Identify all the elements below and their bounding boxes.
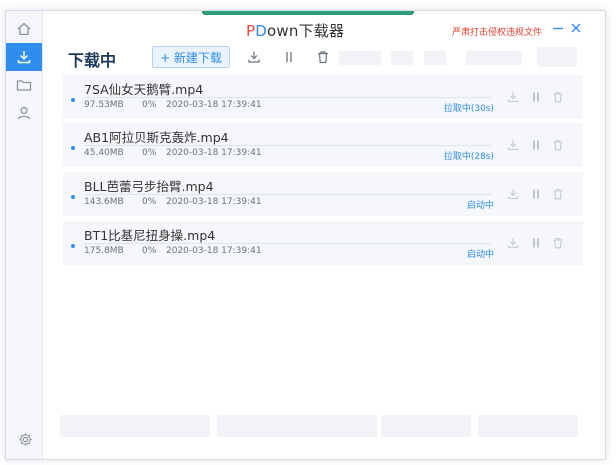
trash-icon: [553, 188, 563, 200]
faded-element: [217, 415, 377, 437]
file-size: 97.53MB: [84, 100, 124, 110]
timestamp: 2020-03-18 17:39:41: [166, 246, 262, 256]
file-name: AB1阿拉贝斯克轰炸.mp4: [84, 130, 229, 145]
file-size: 45.40MB: [84, 148, 124, 158]
start-all-button[interactable]: [246, 49, 262, 65]
progress-bar: [84, 97, 492, 98]
faded-element: [466, 51, 522, 65]
trash-icon: [553, 139, 563, 151]
app-window: PDown下载器 严肃打击侵权违规文件 下载中 + 新建下载 7SA仙女天鹅臂.…: [5, 10, 606, 460]
file-name: 7SA仙女天鹅臂.mp4: [84, 82, 204, 97]
app-title: PDown下载器: [246, 22, 345, 40]
progress-bar: [84, 145, 492, 146]
pause-icon: [533, 238, 539, 248]
delete-all-button[interactable]: [315, 49, 331, 65]
faded-element: [478, 415, 578, 437]
download-icon: [507, 189, 519, 200]
list-item[interactable]: 7SA仙女天鹅臂.mp4 97.53MB 0% 2020-03-18 17:39…: [63, 75, 583, 119]
timestamp: 2020-03-18 17:39:41: [166, 148, 262, 158]
file-name: BT1比基尼扭身操.mp4: [84, 228, 216, 243]
sidebar-item-downloads[interactable]: [6, 43, 42, 71]
status-text: 拉取中(30s): [443, 104, 494, 114]
status-text: 启动中: [466, 201, 494, 211]
file-size: 143.6MB: [84, 197, 124, 207]
status-dot: [71, 98, 75, 102]
download-icon: [248, 51, 260, 63]
folder-icon: [16, 80, 32, 91]
list-item[interactable]: AB1阿拉贝斯克轰炸.mp4 45.40MB 0% 2020-03-18 17:…: [63, 123, 583, 167]
percent: 0%: [142, 148, 157, 158]
sidebar: [6, 11, 43, 459]
status-dot: [71, 195, 75, 199]
minimize-button[interactable]: [551, 21, 565, 35]
trash-icon: [318, 51, 328, 64]
page-title: 下载中: [68, 51, 117, 70]
top-accent-bar: [202, 11, 414, 15]
close-button[interactable]: [569, 21, 583, 35]
download-icon: [507, 238, 519, 249]
faded-element: [391, 51, 413, 65]
list-item[interactable]: BLL芭蕾弓步抬臂.mp4 143.6MB 0% 2020-03-18 17:3…: [63, 172, 583, 216]
user-icon: [17, 106, 31, 120]
status-text: 拉取中(28s): [443, 152, 494, 162]
pause-button[interactable]: [529, 236, 543, 250]
timestamp: 2020-03-18 17:39:41: [166, 100, 262, 110]
pause-icon: [533, 92, 539, 102]
progress-bar: [84, 194, 492, 195]
new-download-button[interactable]: + 新建下载: [152, 46, 230, 68]
settings-button[interactable]: [17, 431, 33, 447]
pause-icon: [533, 189, 539, 199]
pause-button[interactable]: [529, 90, 543, 104]
faded-element: [339, 51, 381, 65]
pause-all-button[interactable]: [281, 49, 297, 65]
download-icon: [17, 51, 31, 64]
trash-icon: [553, 237, 563, 249]
delete-button[interactable]: [551, 90, 565, 104]
faded-element: [424, 51, 446, 65]
status-dot: [71, 244, 75, 248]
notice-text: 严肃打击侵权违规文件: [452, 28, 543, 38]
gear-icon: [18, 432, 32, 446]
minimize-icon: [553, 27, 563, 30]
progress-bar: [84, 243, 492, 244]
percent: 0%: [142, 197, 157, 207]
pause-button[interactable]: [529, 138, 543, 152]
status-dot: [71, 146, 75, 150]
percent: 0%: [142, 246, 157, 256]
start-button[interactable]: [506, 236, 520, 250]
trash-icon: [553, 91, 563, 103]
pause-button[interactable]: [529, 187, 543, 201]
delete-button[interactable]: [551, 138, 565, 152]
start-button[interactable]: [506, 187, 520, 201]
download-icon: [507, 140, 519, 151]
pause-icon: [533, 140, 539, 150]
start-button[interactable]: [506, 90, 520, 104]
status-text: 启动中: [466, 250, 494, 260]
faded-element: [60, 415, 210, 437]
percent: 0%: [142, 100, 157, 110]
sidebar-item-user[interactable]: [6, 99, 42, 127]
list-item[interactable]: BT1比基尼扭身操.mp4 175.8MB 0% 2020-03-18 17:3…: [63, 221, 583, 265]
sidebar-item-folder[interactable]: [6, 71, 42, 99]
timestamp: 2020-03-18 17:39:41: [166, 197, 262, 207]
delete-button[interactable]: [551, 236, 565, 250]
start-button[interactable]: [506, 138, 520, 152]
faded-element: [537, 47, 577, 67]
close-icon: [571, 23, 581, 33]
delete-button[interactable]: [551, 187, 565, 201]
file-name: BLL芭蕾弓步抬臂.mp4: [84, 179, 214, 194]
pause-icon: [286, 52, 292, 62]
download-icon: [507, 92, 519, 103]
home-icon: [17, 22, 31, 36]
faded-element: [381, 415, 471, 437]
sidebar-item-home[interactable]: [6, 15, 42, 43]
file-size: 175.8MB: [84, 246, 124, 256]
